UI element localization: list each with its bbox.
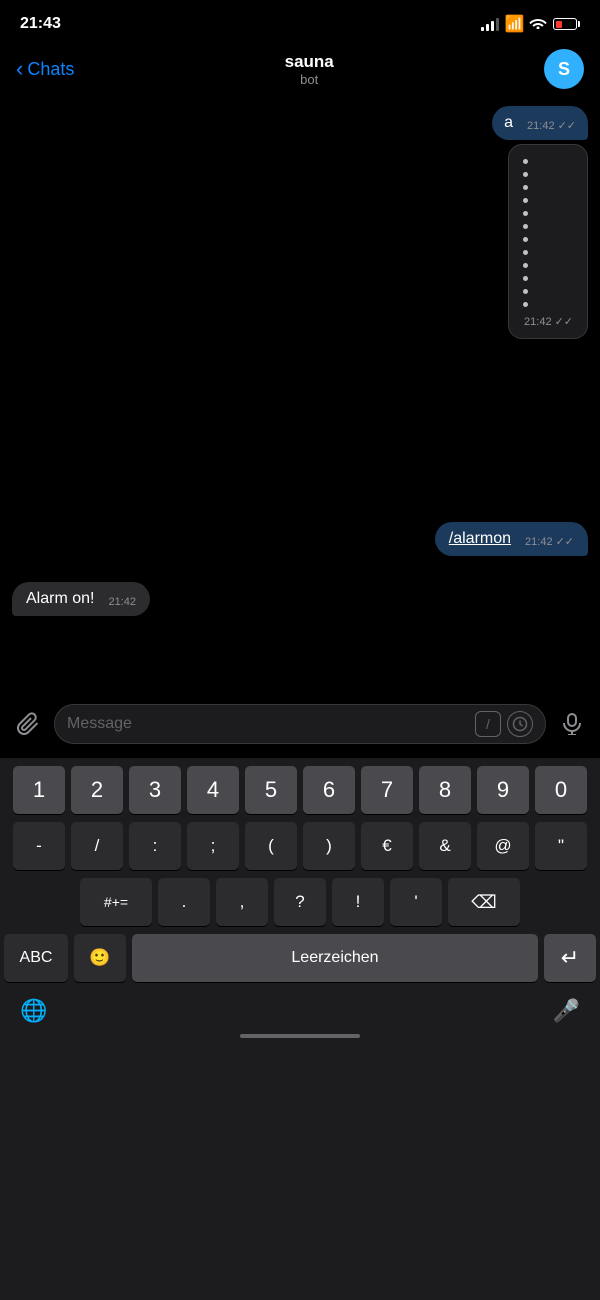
chat-title: sauna bbox=[285, 52, 334, 72]
back-button[interactable]: ‹ Chats bbox=[16, 58, 74, 80]
key-5[interactable]: 5 bbox=[245, 766, 297, 814]
key-question[interactable]: ? bbox=[274, 878, 326, 926]
key-comma[interactable]: , bbox=[216, 878, 268, 926]
key-lparen[interactable]: ( bbox=[245, 822, 297, 870]
message-input-wrap[interactable]: / bbox=[54, 704, 546, 744]
wifi-icon: 📶 bbox=[505, 14, 547, 34]
keyboard-row-4: ABC 🙂 Leerzeichen ↵ bbox=[4, 934, 596, 982]
key-3[interactable]: 3 bbox=[129, 766, 181, 814]
message-sent-a: a 21:42 ✓✓ bbox=[492, 106, 588, 140]
home-indicator bbox=[240, 1034, 360, 1038]
slash-button[interactable]: / bbox=[475, 711, 501, 737]
input-bar: / bbox=[0, 696, 600, 752]
key-space[interactable]: Leerzeichen bbox=[132, 934, 538, 982]
mic-button[interactable] bbox=[556, 708, 588, 740]
key-at[interactable]: @ bbox=[477, 822, 529, 870]
key-quote[interactable]: " bbox=[535, 822, 587, 870]
key-exclaim[interactable]: ! bbox=[332, 878, 384, 926]
key-return[interactable]: ↵ bbox=[544, 934, 596, 982]
key-emoji[interactable]: 🙂 bbox=[74, 934, 126, 982]
chat-area: a 21:42 ✓✓ 21:42 ✓✓ /alarmon 21:42 bbox=[0, 96, 600, 696]
message-text: /alarmon bbox=[449, 530, 511, 548]
status-time: 21:43 bbox=[20, 15, 61, 33]
key-4[interactable]: 4 bbox=[187, 766, 239, 814]
key-6[interactable]: 6 bbox=[303, 766, 355, 814]
globe-icon[interactable]: 🌐 bbox=[20, 998, 47, 1024]
back-label: Chats bbox=[27, 59, 74, 80]
delete-key[interactable]: ⌫ bbox=[448, 878, 520, 926]
key-8[interactable]: 8 bbox=[419, 766, 471, 814]
keyboard: 1 2 3 4 5 6 7 8 9 0 - / : ; ( ) € & @ " … bbox=[0, 758, 600, 1300]
nav-bar: ‹ Chats sauna bot S bbox=[0, 44, 600, 96]
key-0[interactable]: 0 bbox=[535, 766, 587, 814]
key-colon[interactable]: : bbox=[129, 822, 181, 870]
chat-subtitle: bot bbox=[300, 72, 318, 87]
key-period[interactable]: . bbox=[158, 878, 210, 926]
input-icons: / bbox=[475, 711, 533, 737]
keyboard-row-2: - / : ; ( ) € & @ " bbox=[4, 822, 596, 870]
message-text: a bbox=[504, 114, 513, 132]
key-9[interactable]: 9 bbox=[477, 766, 529, 814]
avatar[interactable]: S bbox=[544, 49, 584, 89]
key-apostrophe[interactable]: ' bbox=[390, 878, 442, 926]
keyboard-row-3: #+= . , ? ! ' ⌫ bbox=[4, 878, 596, 926]
attach-button[interactable] bbox=[12, 708, 44, 740]
signal-icon bbox=[481, 17, 499, 31]
nav-title-area: sauna bot bbox=[285, 52, 334, 87]
status-bar: 21:43 📶 bbox=[0, 0, 600, 44]
clock-button[interactable] bbox=[507, 711, 533, 737]
message-dots: 21:42 ✓✓ bbox=[508, 144, 588, 339]
home-indicator-area bbox=[0, 1034, 600, 1046]
battery-icon bbox=[553, 18, 580, 30]
key-ampersand[interactable]: & bbox=[419, 822, 471, 870]
message-input[interactable] bbox=[67, 715, 475, 733]
key-2[interactable]: 2 bbox=[71, 766, 123, 814]
key-numpad-toggle[interactable]: #+= bbox=[80, 878, 152, 926]
status-icons: 📶 bbox=[481, 14, 580, 34]
key-rparen[interactable]: ) bbox=[303, 822, 355, 870]
key-7[interactable]: 7 bbox=[361, 766, 413, 814]
key-1[interactable]: 1 bbox=[13, 766, 65, 814]
keyboard-row-1: 1 2 3 4 5 6 7 8 9 0 bbox=[4, 766, 596, 814]
message-alarmon: /alarmon 21:42 ✓✓ bbox=[12, 522, 588, 556]
mic-icon[interactable]: 🎤 bbox=[553, 998, 580, 1024]
key-slash[interactable]: / bbox=[71, 822, 123, 870]
key-semicolon[interactable]: ; bbox=[187, 822, 239, 870]
key-minus[interactable]: - bbox=[13, 822, 65, 870]
message-alarm-on-received: Alarm on! 21:42 bbox=[12, 582, 150, 616]
key-euro[interactable]: € bbox=[361, 822, 413, 870]
message-text: Alarm on! bbox=[26, 590, 94, 608]
back-arrow-icon: ‹ bbox=[16, 58, 23, 80]
keyboard-bottom-icons: 🌐 🎤 bbox=[0, 994, 600, 1034]
key-abc[interactable]: ABC bbox=[4, 934, 68, 982]
